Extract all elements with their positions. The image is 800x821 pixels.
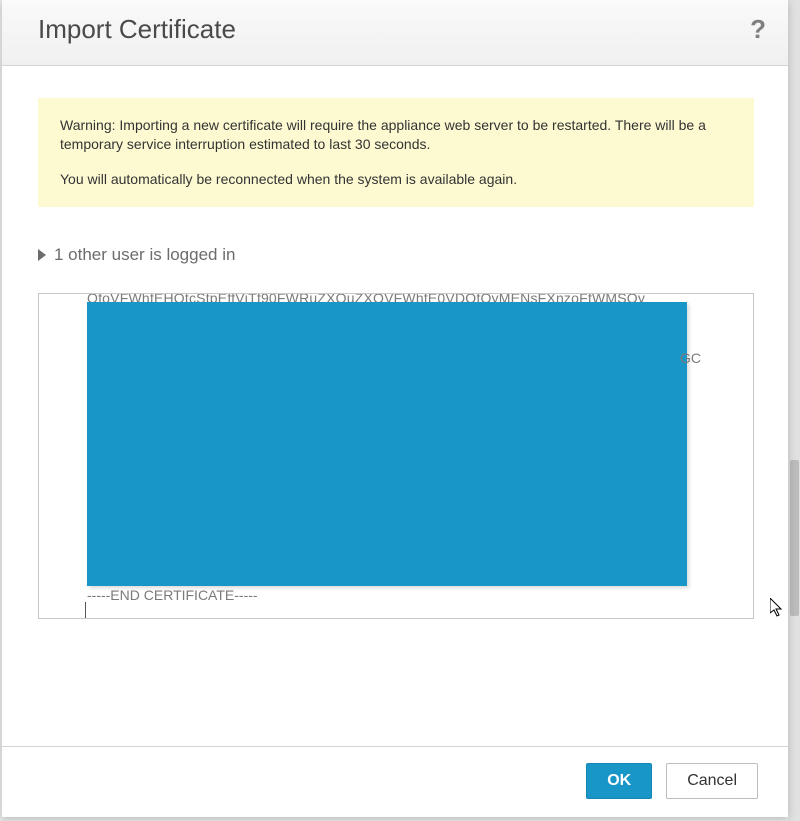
dialog-footer: OK Cancel: [2, 746, 788, 817]
window-scrollbar-thumb[interactable]: [790, 460, 799, 616]
window-scrollbar-track: [788, 0, 800, 821]
import-certificate-dialog: Import Certificate ? Warning: Importing …: [2, 0, 788, 817]
accordion-label: 1 other user is logged in: [54, 245, 235, 265]
certificate-end-marker: -----END CERTIFICATE-----: [87, 587, 258, 603]
logged-in-users-accordion[interactable]: 1 other user is logged in: [38, 245, 754, 265]
cancel-button[interactable]: Cancel: [666, 763, 758, 799]
ok-button[interactable]: OK: [586, 763, 652, 799]
dialog-body: Warning: Importing a new certificate wil…: [2, 66, 788, 746]
certificate-textarea[interactable]: OfoVFWhfEHQtcStpEffVjTf90FWRuZXQuZXOVFWh…: [38, 293, 754, 619]
warning-text-1: Warning: Importing a new certificate wil…: [60, 116, 732, 154]
caret-right-icon: [38, 249, 46, 261]
text-caret: [85, 602, 86, 618]
certificate-text-top: OfoVFWhfEHQtcStpEffVjTf90FWRuZXQuZXOVFWh…: [87, 293, 645, 306]
warning-banner: Warning: Importing a new certificate wil…: [38, 98, 754, 207]
dialog-header: Import Certificate ?: [2, 0, 788, 66]
dialog-title: Import Certificate: [38, 14, 236, 45]
warning-text-2: You will automatically be reconnected wh…: [60, 170, 732, 189]
help-icon[interactable]: ?: [750, 14, 766, 45]
certificate-fragment-gc: GC: [680, 350, 701, 366]
certificate-redaction-block: [87, 302, 687, 586]
